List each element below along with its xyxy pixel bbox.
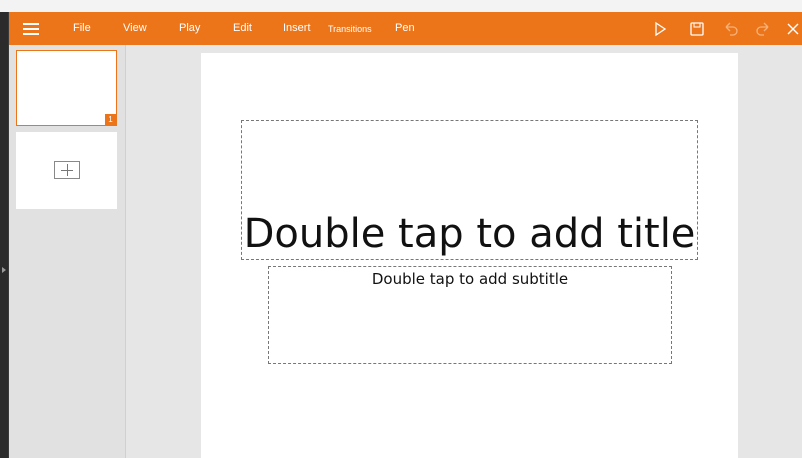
menu-insert[interactable]: Insert	[283, 22, 311, 34]
hamburger-icon[interactable]	[23, 21, 39, 37]
slide-number-badge: 1	[105, 114, 116, 125]
add-slide-button[interactable]	[16, 132, 117, 209]
menu-edit[interactable]: Edit	[233, 22, 252, 34]
close-icon[interactable]	[785, 21, 801, 37]
top-toolbar: File View Play Edit Insert Transitions P…	[9, 12, 802, 45]
menu-play[interactable]: Play	[179, 22, 200, 34]
add-slide-icon	[54, 161, 80, 179]
slide-canvas: Double tap to add title Double tap to ad…	[126, 45, 802, 458]
menu-pen[interactable]: Pen	[395, 22, 415, 34]
subtitle-placeholder[interactable]: Double tap to add subtitle	[268, 266, 672, 364]
save-icon[interactable]	[689, 21, 705, 37]
slide-thumbnail[interactable]: 1	[16, 50, 117, 126]
redo-icon[interactable]	[755, 21, 771, 37]
play-icon[interactable]	[652, 21, 668, 37]
sidebar-toggle-icon[interactable]	[2, 267, 6, 273]
title-placeholder-text: Double tap to add title	[243, 211, 696, 257]
undo-icon[interactable]	[723, 21, 739, 37]
window-frame-left	[0, 0, 8, 458]
window-frame-top	[0, 0, 802, 12]
subtitle-placeholder-text: Double tap to add subtitle	[371, 270, 569, 288]
menu-transitions[interactable]: Transitions	[328, 24, 372, 34]
menu-view[interactable]: View	[123, 22, 147, 34]
slide[interactable]: Double tap to add title Double tap to ad…	[201, 53, 738, 458]
slide-sidebar: 1	[9, 45, 126, 458]
title-placeholder[interactable]: Double tap to add title	[241, 120, 698, 260]
menu-file[interactable]: File	[73, 22, 91, 34]
